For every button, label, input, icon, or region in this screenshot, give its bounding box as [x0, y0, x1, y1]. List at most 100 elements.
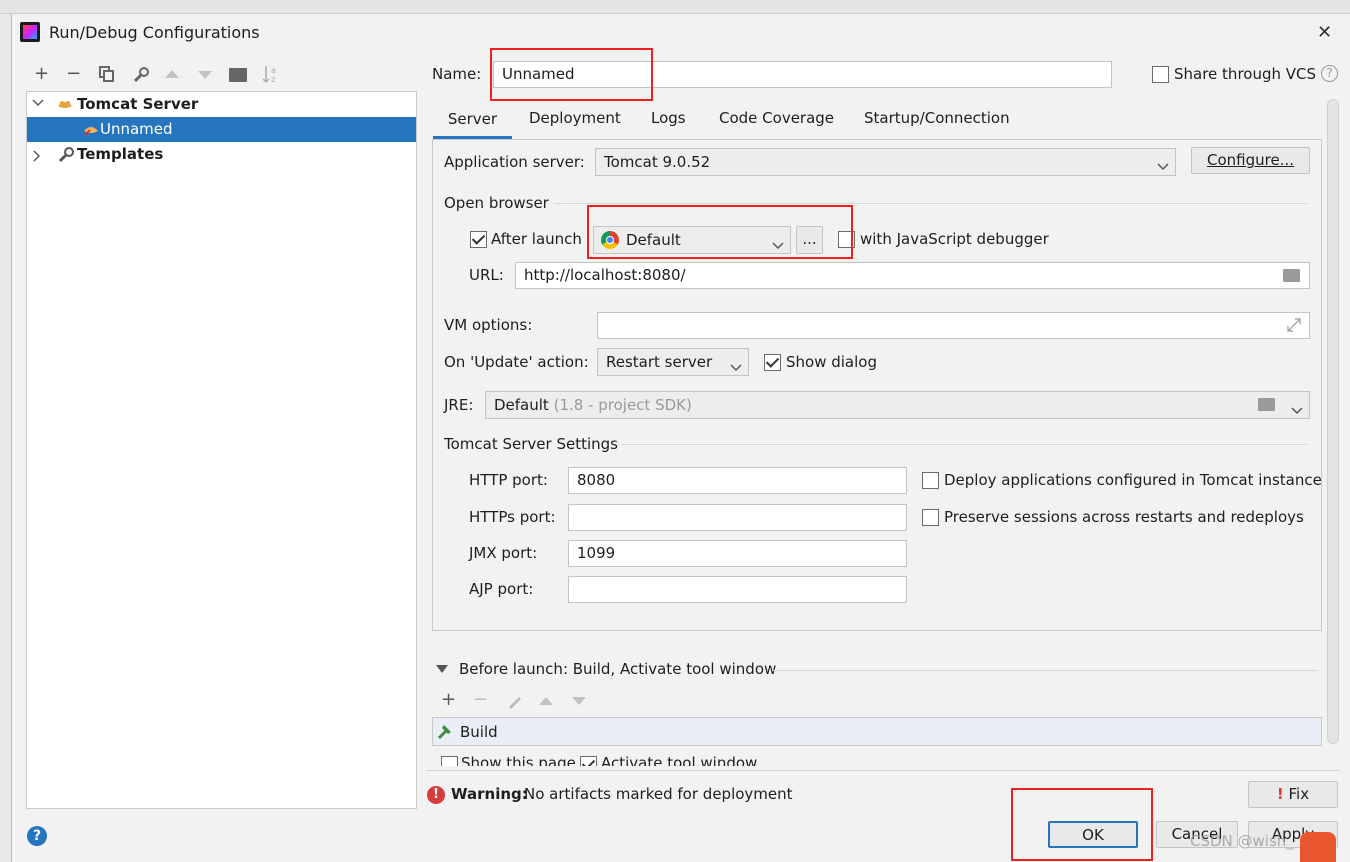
move-up-icon[interactable] — [539, 697, 553, 705]
edit-task-icon[interactable] — [507, 693, 523, 709]
show-page-checkbox[interactable] — [441, 756, 458, 766]
ime-logo-icon — [1300, 832, 1336, 862]
copy-icon[interactable] — [99, 66, 115, 82]
remove-task-button[interactable]: − — [473, 690, 488, 710]
close-icon[interactable]: ✕ — [1317, 22, 1332, 43]
folder-icon[interactable] — [229, 68, 247, 82]
https-port-label: HTTPs port: — [469, 508, 556, 526]
collapse-before-launch-icon[interactable] — [436, 665, 448, 673]
wrench-icon[interactable] — [132, 66, 150, 84]
update-action-select[interactable]: Restart server — [597, 348, 749, 376]
tree-group-tomcat-server[interactable]: Tomcat Server — [77, 95, 198, 113]
add-config-button[interactable]: + — [34, 64, 49, 84]
scrollbar[interactable] — [1327, 99, 1339, 744]
background-ide-left — [0, 14, 11, 862]
name-label: Name: — [432, 65, 482, 83]
open-browser-label: Open browser — [444, 194, 549, 212]
http-port-input[interactable]: 8080 — [568, 467, 907, 494]
config-tree — [26, 91, 417, 809]
ajp-port-input[interactable] — [568, 576, 907, 603]
sort-icon[interactable]: az — [262, 64, 280, 84]
vm-options-label: VM options: — [444, 316, 533, 334]
move-down-icon[interactable] — [572, 697, 586, 705]
move-down-icon[interactable] — [198, 71, 212, 79]
url-input[interactable]: http://localhost:8080/ — [515, 262, 1310, 289]
list-item-build[interactable]: Build — [460, 723, 498, 741]
chevron-down-icon[interactable] — [32, 97, 44, 107]
activate-tool-window-checkbox[interactable] — [580, 756, 597, 766]
show-dialog-checkbox[interactable] — [764, 354, 781, 371]
tomcat-settings-separator — [622, 444, 1307, 445]
show-dialog-label[interactable]: Show dialog — [786, 353, 877, 371]
chevron-down-icon — [730, 358, 742, 376]
folder-open-icon[interactable] — [1258, 398, 1275, 411]
show-page-label[interactable]: Show this page — [461, 754, 576, 766]
fix-button[interactable]: ! Fix — [1248, 781, 1338, 808]
vm-options-input[interactable] — [597, 312, 1310, 339]
bottom-separator — [426, 770, 1340, 771]
tomcat-icon — [56, 96, 74, 112]
add-task-button[interactable]: + — [441, 690, 456, 710]
svg-text:z: z — [271, 75, 275, 84]
highlight-box-ok — [1011, 788, 1153, 861]
highlight-box-name — [490, 48, 653, 101]
url-label: URL: — [469, 266, 504, 284]
app-logo-icon — [20, 22, 40, 42]
update-action-label: On 'Update' action: — [444, 353, 589, 371]
warning-title: Warning: — [451, 785, 528, 803]
wrench-icon — [57, 146, 75, 164]
deploy-apps-checkbox[interactable] — [922, 472, 939, 489]
warning-text: No artifacts marked for deployment — [524, 785, 793, 803]
chevron-down-icon — [1291, 401, 1303, 419]
before-launch-separator — [772, 670, 1317, 671]
chevron-down-icon — [1157, 157, 1169, 175]
activate-tool-window-label[interactable]: Activate tool window — [601, 754, 757, 766]
http-port-label: HTTP port: — [469, 471, 548, 489]
expand-icon[interactable] — [1287, 318, 1301, 332]
hammer-icon — [436, 722, 454, 740]
open-browser-separator — [555, 203, 1307, 204]
jre-select[interactable]: Default (1.8 - project SDK) — [485, 391, 1310, 419]
folder-open-icon[interactable] — [1283, 269, 1300, 282]
before-launch-label[interactable]: Before launch: Build, Activate tool wind… — [459, 660, 776, 678]
help-icon[interactable]: ? — [27, 826, 47, 846]
tree-item-templates[interactable]: Templates — [77, 145, 163, 163]
configure-button[interactable]: Configure... — [1191, 147, 1310, 174]
svg-text:a: a — [271, 66, 276, 75]
move-up-icon[interactable] — [165, 70, 179, 78]
tree-item-unnamed[interactable]: Unnamed — [100, 120, 173, 138]
chevron-right-icon[interactable] — [32, 148, 42, 162]
clipped-options-row: Show this page Activate tool window — [432, 752, 1322, 766]
background-ide-strip — [0, 0, 1350, 14]
window-title: Run/Debug Configurations — [49, 23, 260, 42]
tab-deployment[interactable]: Deployment — [529, 109, 621, 127]
remove-config-button[interactable]: − — [66, 64, 81, 84]
deploy-apps-label[interactable]: Deploy applications configured in Tomcat… — [944, 471, 1322, 489]
after-launch-label[interactable]: After launch — [491, 230, 582, 248]
jre-hint: (1.8 - project SDK) — [553, 396, 692, 414]
js-debugger-label[interactable]: with JavaScript debugger — [860, 230, 1049, 248]
ajp-port-label: AJP port: — [469, 580, 534, 598]
after-launch-checkbox[interactable] — [470, 231, 487, 248]
preserve-sessions-label[interactable]: Preserve sessions across restarts and re… — [944, 508, 1304, 526]
tomcat-settings-label: Tomcat Server Settings — [444, 435, 618, 453]
highlight-box-browser — [587, 205, 853, 259]
preserve-sessions-checkbox[interactable] — [922, 509, 939, 526]
help-icon[interactable]: ? — [1321, 65, 1338, 82]
tab-logs[interactable]: Logs — [651, 109, 686, 127]
warning-icon: ! — [427, 786, 445, 804]
error-bulb-icon: ! — [1276, 785, 1284, 803]
share-vcs-checkbox[interactable] — [1152, 66, 1169, 83]
tab-code-coverage[interactable]: Code Coverage — [719, 109, 834, 127]
jmx-port-label: JMX port: — [469, 544, 538, 562]
tab-server[interactable]: Server — [433, 105, 512, 139]
app-server-select[interactable]: Tomcat 9.0.52 — [595, 148, 1176, 176]
https-port-input[interactable] — [568, 504, 907, 531]
before-launch-list — [432, 717, 1322, 746]
jmx-port-input[interactable]: 1099 — [568, 540, 907, 567]
share-vcs-label[interactable]: Share through VCS — [1174, 65, 1316, 83]
watermark: CSDN @wish_ — [1190, 832, 1294, 850]
app-server-label: Application server: — [444, 153, 585, 171]
jre-label: JRE: — [444, 396, 474, 414]
tab-startup-connection[interactable]: Startup/Connection — [864, 109, 1010, 127]
